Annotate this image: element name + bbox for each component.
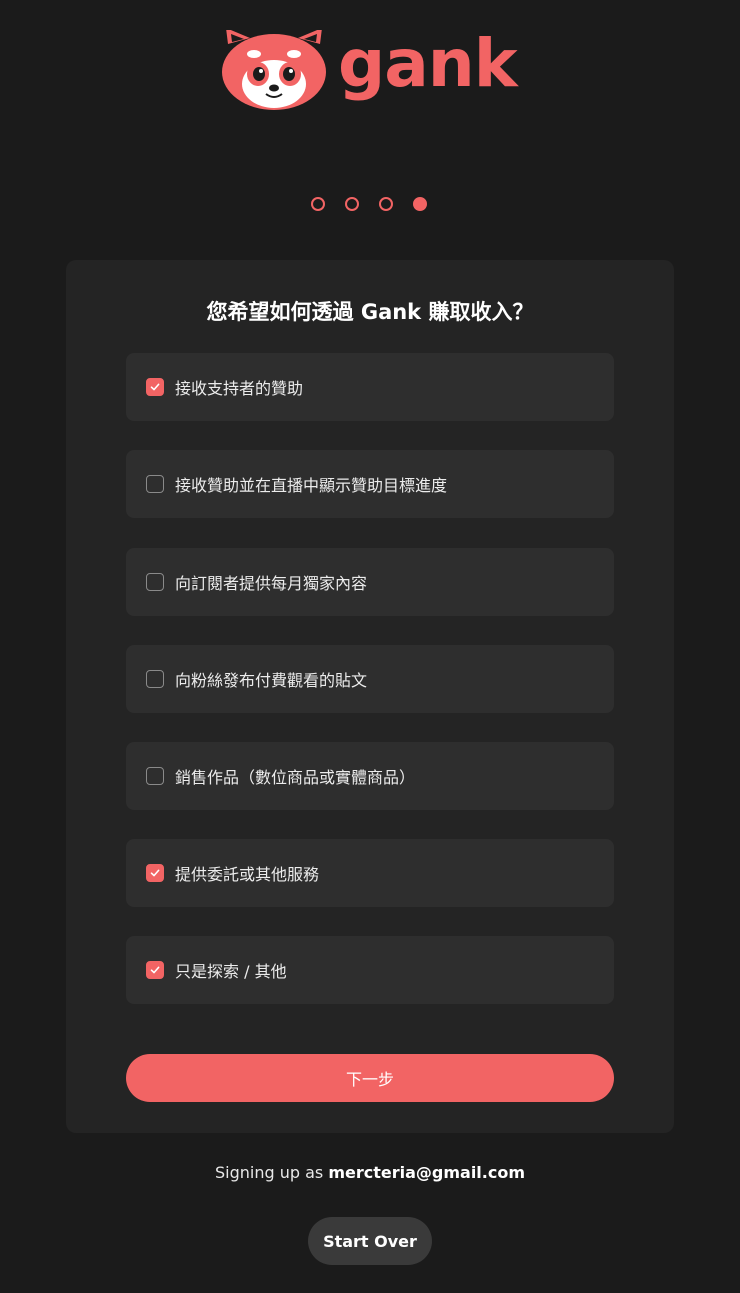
option-label: 提供委託或其他服務 — [175, 865, 320, 884]
checkbox-checked-icon[interactable] — [146, 378, 164, 396]
checkbox-unchecked-icon[interactable] — [146, 670, 164, 688]
checkbox-checked-icon[interactable] — [146, 961, 164, 979]
option-label: 向粉絲發布付費觀看的貼文 — [175, 671, 368, 690]
step-3-dot — [379, 197, 393, 211]
step-2-dot — [345, 197, 359, 211]
option-label: 向訂閱者提供每月獨家內容 — [175, 574, 368, 593]
checkbox-unchecked-icon[interactable] — [146, 573, 164, 591]
checkmark-icon — [150, 966, 160, 974]
step-4-dot-active — [413, 197, 427, 211]
progress-stepper — [311, 197, 427, 211]
user-email: mercteria@gmail.com — [328, 1163, 526, 1182]
option-sell-products[interactable]: 銷售作品（數位商品或實體商品） — [126, 742, 614, 810]
option-label: 只是探索 / 其他 — [175, 962, 287, 981]
option-label: 接收支持者的贊助 — [175, 379, 304, 398]
checkmark-icon — [150, 383, 160, 391]
checkbox-unchecked-icon[interactable] — [146, 475, 164, 493]
gank-logo: gank — [220, 30, 520, 112]
option-label: 銷售作品（數位商品或實體商品） — [175, 768, 416, 787]
option-exploring[interactable]: 只是探索 / 其他 — [126, 936, 614, 1004]
step-1-dot — [311, 197, 325, 211]
option-stream-goal[interactable]: 接收贊助並在直播中顯示贊助目標進度 — [126, 450, 614, 518]
next-step-button[interactable]: 下一步 — [126, 1054, 614, 1102]
signing-up-as-text: Signing up as mercteria@gmail.com — [0, 1163, 740, 1182]
card-title: 您希望如何透過 Gank 賺取收入？ — [206, 300, 534, 324]
option-paid-posts[interactable]: 向粉絲發布付費觀看的貼文 — [126, 645, 614, 713]
brand-wordmark: gank — [338, 25, 518, 102]
signing-prefix: Signing up as — [214, 1163, 324, 1182]
checkmark-icon — [150, 869, 160, 877]
option-commissions[interactable]: 提供委託或其他服務 — [126, 839, 614, 907]
option-label: 接收贊助並在直播中顯示贊助目標進度 — [175, 476, 448, 495]
option-sponsorship[interactable]: 接收支持者的贊助 — [126, 353, 614, 421]
income-options-card: 您希望如何透過 Gank 賺取收入？ 接收支持者的贊助 接收贊助並在直播中顯示贊… — [66, 260, 674, 1133]
checkbox-checked-icon[interactable] — [146, 864, 164, 882]
option-subscriptions[interactable]: 向訂閱者提供每月獨家內容 — [126, 548, 614, 616]
start-over-button[interactable]: Start Over — [308, 1217, 432, 1265]
red-panda-logo-icon — [222, 30, 326, 110]
checkbox-unchecked-icon[interactable] — [146, 767, 164, 785]
